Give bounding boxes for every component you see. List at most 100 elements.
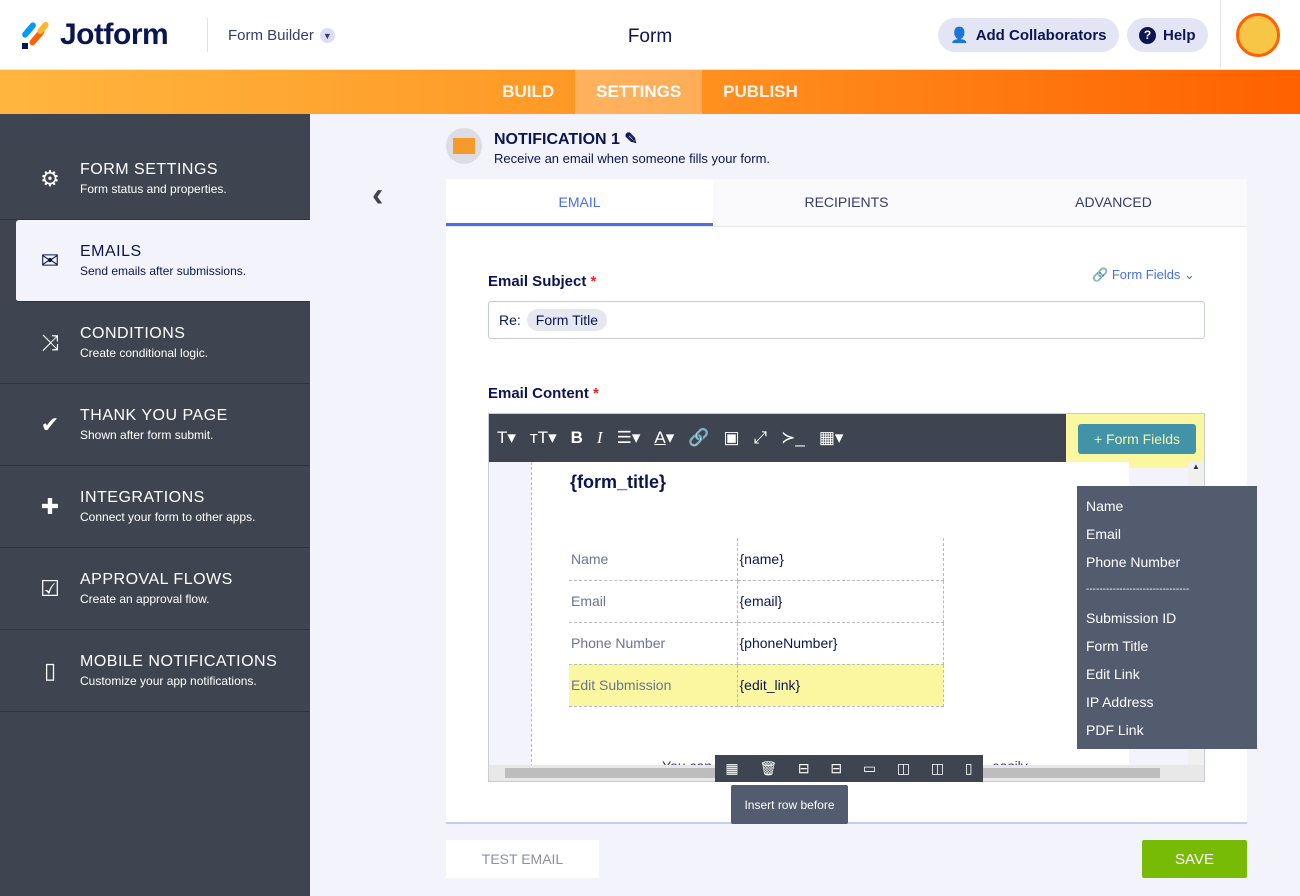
- delete-row-icon[interactable]: ▭: [863, 760, 876, 777]
- item-title: MOBILE NOTIFICATIONS: [80, 653, 278, 670]
- email-subject-input[interactable]: Re: Form Title: [488, 301, 1205, 339]
- bold-icon[interactable]: B: [571, 428, 583, 448]
- item-title: FORM SETTINGS: [80, 161, 219, 178]
- font-size-icon[interactable]: ᴛT▾: [530, 428, 557, 448]
- table-properties-icon[interactable]: ▦: [725, 760, 738, 777]
- tab-recipients[interactable]: RECIPIENTS: [713, 179, 980, 226]
- approval-icon: ☑: [40, 575, 60, 601]
- shuffle-icon: ⤨: [41, 329, 59, 355]
- sidebar-item-approval-flows[interactable]: ☑ APPROVAL FLOWS Create an approval flow.: [0, 548, 310, 630]
- tab-build[interactable]: BUILD: [481, 70, 575, 114]
- form-builder-dropdown[interactable]: Form Builder ▼: [228, 27, 335, 44]
- row-value[interactable]: {phoneNumber}: [737, 622, 944, 665]
- tab-settings[interactable]: SETTINGS: [575, 70, 703, 114]
- form-title-tag[interactable]: Form Title: [526, 309, 608, 331]
- row-label[interactable]: Edit Submission: [569, 664, 738, 707]
- tooltip: Insert row before: [731, 785, 848, 824]
- form-fields-dropdown[interactable]: 🔗 Form Fields ⌄: [1092, 267, 1195, 283]
- menu-item-ip-address[interactable]: IP Address: [1086, 692, 1248, 720]
- form-fields-menu: Name Email Phone Number ----------------…: [1077, 486, 1257, 749]
- item-desc: Customize your app notifications.: [80, 674, 257, 688]
- sidebar-item-thank-you-page[interactable]: ✔ THANK YOU PAGE Shown after form submit.: [0, 384, 310, 466]
- image-icon[interactable]: ▣: [723, 428, 739, 448]
- editor-body[interactable]: {form_title} Name {name} Email {email} Pho…: [531, 462, 1129, 774]
- menu-separator: -------------------------------: [1086, 584, 1190, 595]
- test-email-button[interactable]: TEST EMAIL: [446, 840, 599, 878]
- notification-title: NOTIFICATION 1: [494, 131, 620, 148]
- table-toolbar: ▦ 🗑 ⊟ ⊟ ▭ ◫ ◫ ▯: [715, 755, 983, 782]
- notification-subtitle: Receive an email when someone fills your…: [494, 151, 771, 166]
- menu-item-name[interactable]: Name: [1086, 496, 1248, 524]
- delete-column-icon[interactable]: ▯: [965, 760, 973, 777]
- jotform-logo-icon: [22, 21, 49, 49]
- table-row: Name {name}: [569, 538, 944, 581]
- table-row: Edit Submission {edit_link}: [569, 664, 944, 707]
- divider: [1220, 0, 1221, 70]
- tab-email[interactable]: EMAIL: [446, 179, 713, 226]
- insert-form-fields-button[interactable]: + Form Fields: [1078, 424, 1196, 454]
- row-label[interactable]: Email: [569, 580, 738, 623]
- sidebar-item-conditions[interactable]: ⤨ CONDITIONS Create conditional logic.: [0, 302, 310, 384]
- pencil-icon[interactable]: ✎: [624, 131, 637, 148]
- user-icon: 👤: [950, 27, 969, 44]
- insert-column-after-icon[interactable]: ◫: [931, 760, 944, 777]
- source-code-icon[interactable]: ≻_: [781, 428, 805, 448]
- menu-item-phone-number[interactable]: Phone Number: [1086, 552, 1248, 580]
- font-family-icon[interactable]: T▾: [497, 428, 516, 448]
- insert-row-after-icon[interactable]: ⊟: [830, 760, 842, 777]
- help-label: Help: [1163, 26, 1196, 44]
- insert-column-before-icon[interactable]: ◫: [897, 760, 910, 777]
- check-circle-icon: ✔: [40, 411, 60, 437]
- gear-icon: ⚙: [40, 165, 60, 191]
- email-subject-label: Email Subject *: [488, 273, 596, 290]
- menu-item-form-title[interactable]: Form Title: [1086, 636, 1248, 664]
- align-icon[interactable]: ☰▾: [617, 428, 641, 448]
- avatar[interactable]: [1236, 13, 1280, 57]
- sidebar-item-integrations[interactable]: ✚ INTEGRATIONS Connect your form to other …: [0, 466, 310, 548]
- sidebar-item-emails[interactable]: ✉ EMAILS Send emails after submissions.: [16, 220, 310, 302]
- form-title-placeholder: {form_title}: [570, 472, 667, 492]
- menu-item-submission-id[interactable]: Submission ID: [1086, 608, 1248, 636]
- tab-advanced[interactable]: ADVANCED: [980, 179, 1247, 226]
- item-title: INTEGRATIONS: [80, 489, 205, 506]
- add-collaborators-label: Add Collaborators: [975, 26, 1107, 44]
- row-label[interactable]: Name: [569, 538, 738, 581]
- label-text: Email Content: [488, 385, 589, 402]
- label-text: Email Subject: [488, 273, 587, 290]
- help-button[interactable]: ? Help: [1127, 18, 1208, 52]
- sidebar-item-form-settings[interactable]: ⚙ FORM SETTINGS Form status and properties…: [0, 138, 310, 220]
- table-icon[interactable]: ▦▾: [819, 428, 844, 448]
- insert-row-before-icon[interactable]: ⊟: [798, 760, 810, 777]
- row-value[interactable]: {email}: [737, 580, 944, 623]
- item-desc: Form status and properties.: [80, 182, 227, 196]
- item-desc: Shown after form submit.: [80, 428, 214, 442]
- item-desc: Create an approval flow.: [80, 592, 210, 606]
- row-label[interactable]: Phone Number: [569, 622, 738, 665]
- email-tabs: EMAIL RECIPIENTS ADVANCED: [446, 179, 1247, 227]
- fullscreen-icon[interactable]: ⤢: [754, 428, 768, 448]
- jotform-logo[interactable]: Jotform: [20, 18, 169, 52]
- row-value[interactable]: {edit_link}: [737, 664, 944, 707]
- menu-item-email[interactable]: Email: [1086, 524, 1248, 552]
- tab-publish[interactable]: PUBLISH: [702, 70, 819, 114]
- fields-table: Name {name} Email {email} Phone Number {pho…: [569, 538, 944, 707]
- italic-icon[interactable]: I: [597, 428, 603, 448]
- divider: [207, 18, 208, 52]
- chevron-down-icon: ▼: [319, 28, 335, 43]
- menu-item-pdf-link[interactable]: PDF Link: [1086, 720, 1248, 748]
- add-collaborators-button[interactable]: 👤 Add Collaborators: [938, 18, 1119, 52]
- row-value[interactable]: {name}: [737, 538, 944, 581]
- sidebar-item-mobile-notifications[interactable]: ▯ MOBILE NOTIFICATIONS Customize your app …: [0, 630, 310, 712]
- link-icon[interactable]: 🔗: [688, 428, 709, 448]
- back-chevron-icon[interactable]: ‹: [372, 176, 383, 215]
- item-desc: Send emails after submissions.: [80, 264, 247, 278]
- puzzle-icon: ✚: [40, 493, 60, 519]
- save-button[interactable]: SAVE: [1142, 840, 1247, 878]
- text-color-icon[interactable]: A▾: [654, 428, 674, 448]
- item-title: APPROVAL FLOWS: [80, 571, 233, 588]
- table-row: Phone Number {phoneNumber}: [569, 622, 944, 665]
- delete-table-icon[interactable]: 🗑: [759, 760, 777, 777]
- menu-item-edit-link[interactable]: Edit Link: [1086, 664, 1248, 692]
- form-fields-label: Form Fields: [1111, 267, 1181, 282]
- item-title: EMAILS: [80, 243, 142, 260]
